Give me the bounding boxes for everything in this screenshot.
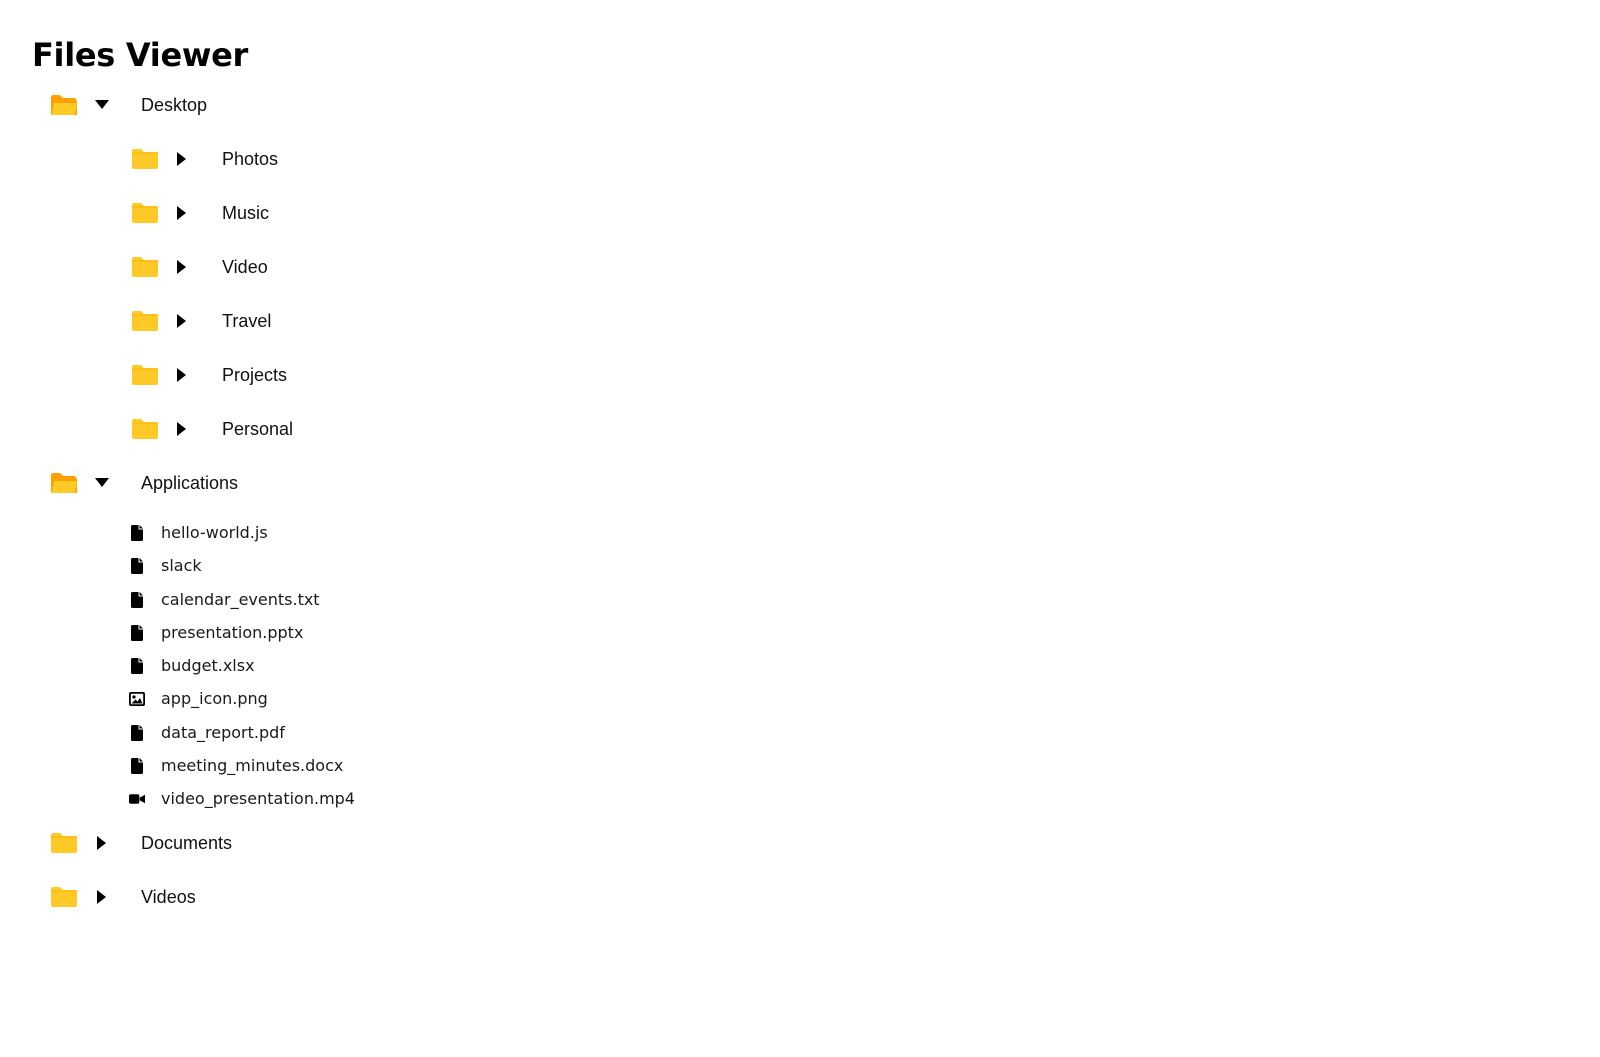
file-label: slack: [161, 556, 202, 576]
file-item[interactable]: hello-world.js: [0, 516, 800, 549]
caret-right-icon[interactable]: [173, 420, 191, 438]
applications-file-list: hello-world.js slack calendar_events.txt…: [0, 514, 800, 820]
tree-folder-music[interactable]: Music: [0, 190, 800, 244]
tree-folder-projects[interactable]: Projects: [0, 352, 800, 406]
folder-icon: [131, 202, 159, 224]
folder-icon: [131, 364, 159, 386]
tree-folder-label: Travel: [222, 311, 272, 331]
tree-folder-label: Video: [222, 257, 268, 277]
file-icon: [129, 758, 145, 775]
file-item[interactable]: presentation.pptx: [0, 616, 800, 649]
folder-icon: [131, 256, 159, 278]
caret-right-icon[interactable]: [173, 366, 191, 384]
folder-icon: [131, 310, 159, 332]
tree-folder-desktop[interactable]: Desktop: [0, 82, 800, 136]
caret-right-icon[interactable]: [173, 204, 191, 222]
tree-folder-applications[interactable]: Applications: [0, 460, 800, 514]
file-icon: [129, 591, 145, 608]
tree-folder-label: Videos: [141, 886, 196, 907]
tree-folder-label: Documents: [141, 832, 233, 853]
file-item[interactable]: app_icon.png: [0, 682, 800, 715]
page-title: Files Viewer: [32, 36, 249, 74]
tree-folder-label: Applications: [141, 473, 239, 493]
file-icon: [129, 525, 145, 541]
file-label: calendar_events.txt: [161, 589, 320, 609]
caret-right-icon[interactable]: [93, 888, 111, 906]
tree-folder-label: Photos: [222, 149, 279, 169]
file-icon: [129, 724, 145, 741]
tree-folder-photos[interactable]: Photos: [0, 136, 800, 190]
file-label: hello-world.js: [161, 523, 268, 542]
folder-icon: [131, 148, 159, 170]
folder-open-icon: [50, 94, 78, 116]
file-item[interactable]: slack: [0, 549, 800, 582]
caret-right-icon[interactable]: [173, 258, 191, 276]
video-camera-icon: [129, 791, 145, 807]
tree-folder-label: Desktop: [141, 95, 208, 115]
file-label: budget.xlsx: [161, 656, 255, 676]
caret-right-icon[interactable]: [93, 834, 111, 852]
file-tree: Desktop Photos Music Video Travel Projec…: [0, 82, 800, 928]
caret-down-icon[interactable]: [93, 474, 111, 492]
folder-icon: [50, 886, 78, 908]
file-label: app_icon.png: [161, 689, 268, 709]
file-icon: [129, 558, 145, 575]
tree-folder-documents[interactable]: Documents: [0, 820, 800, 874]
tree-folder-personal[interactable]: Personal: [0, 406, 800, 460]
image-icon: [129, 691, 145, 707]
tree-folder-label: Personal: [222, 419, 294, 439]
file-label: presentation.pptx: [161, 622, 304, 642]
folder-icon: [131, 418, 159, 440]
file-label: data_report.pdf: [161, 722, 285, 742]
file-item[interactable]: calendar_events.txt: [0, 583, 800, 616]
folder-open-icon: [50, 472, 78, 494]
file-item[interactable]: meeting_minutes.docx: [0, 749, 800, 782]
folder-icon: [50, 832, 78, 854]
file-label: meeting_minutes.docx: [161, 756, 344, 776]
file-item[interactable]: budget.xlsx: [0, 649, 800, 682]
file-icon: [129, 658, 145, 675]
tree-folder-video[interactable]: Video: [0, 244, 800, 298]
tree-folder-videos[interactable]: Videos: [0, 874, 800, 928]
caret-right-icon[interactable]: [173, 312, 191, 330]
tree-folder-label: Music: [222, 203, 270, 223]
caret-right-icon[interactable]: [173, 150, 191, 168]
file-item[interactable]: data_report.pdf: [0, 716, 800, 749]
caret-down-icon[interactable]: [93, 96, 111, 114]
tree-folder-label: Projects: [222, 365, 288, 385]
file-item[interactable]: video_presentation.mp4: [0, 782, 800, 815]
tree-folder-travel[interactable]: Travel: [0, 298, 800, 352]
file-label: video_presentation.mp4: [161, 789, 355, 809]
file-icon: [129, 624, 145, 641]
